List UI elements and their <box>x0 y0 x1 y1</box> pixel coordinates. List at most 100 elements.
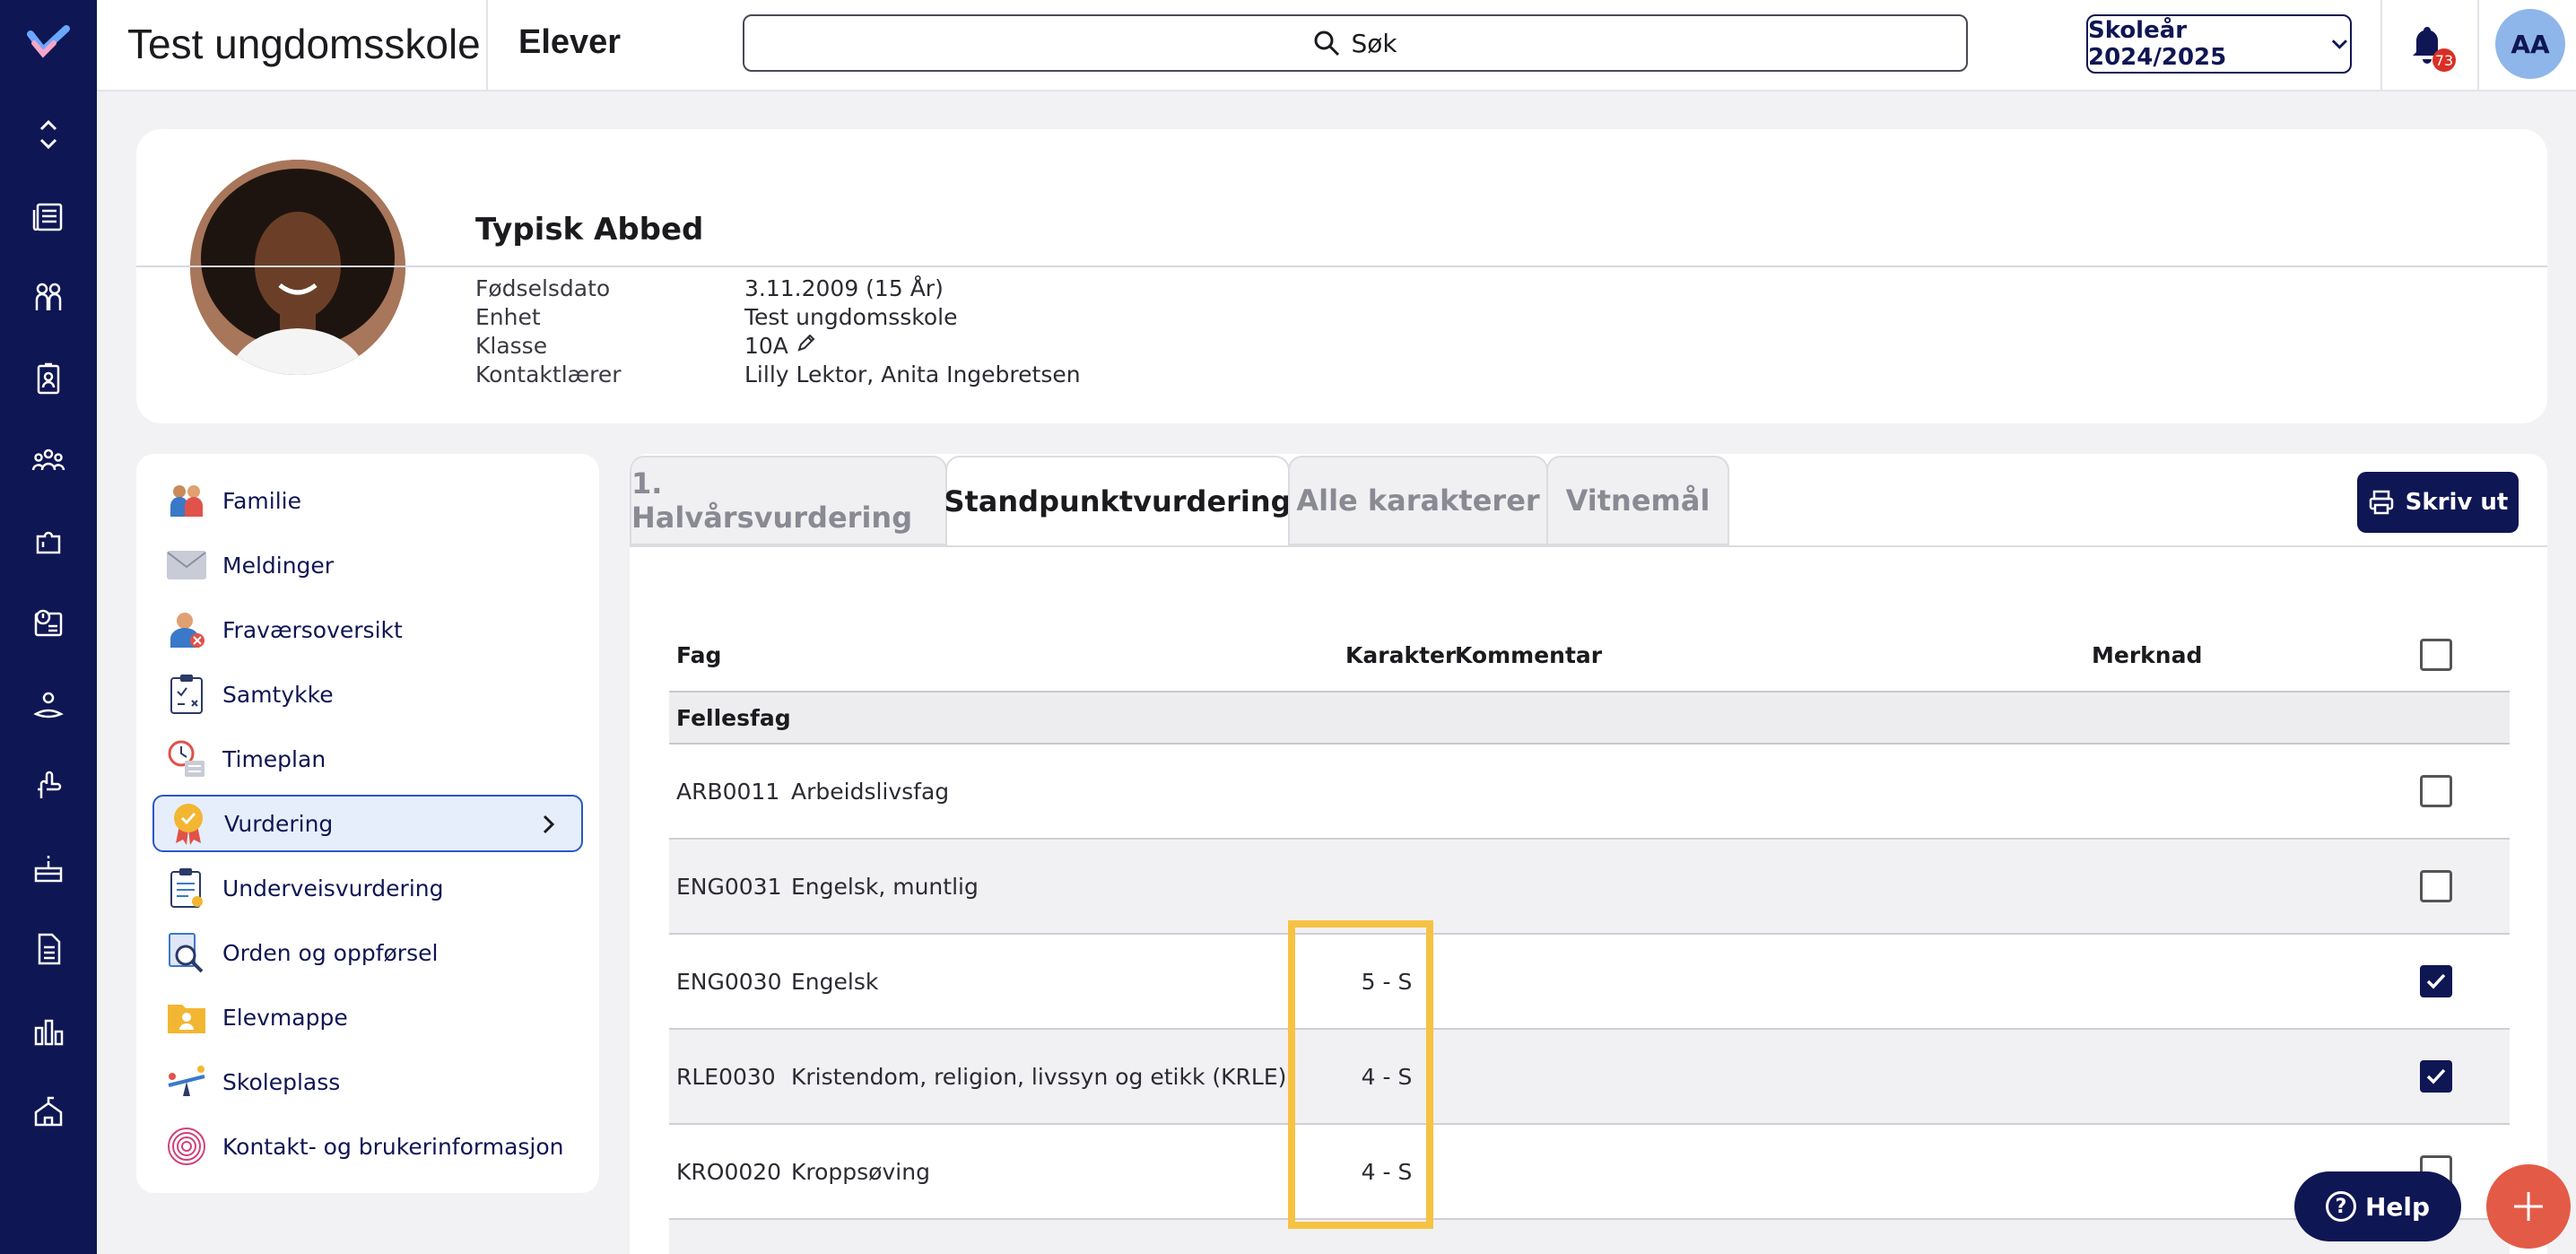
user-avatar[interactable]: AA <box>2495 9 2565 79</box>
menu-item-label: Elevmappe <box>222 1004 348 1031</box>
subject-name: Kristendom, religion, livssyn og etikk (… <box>791 1064 1287 1090</box>
envelope-icon <box>165 544 208 587</box>
menu-item-skoleplass[interactable]: Skoleplass <box>152 1053 583 1110</box>
menu-item-familie[interactable]: Familie <box>152 472 583 529</box>
student-photo <box>190 160 405 375</box>
info-row-birthdate: Fødselsdato 3.11.2009 (15 År) <box>475 274 1081 303</box>
groups-icon[interactable] <box>30 443 66 479</box>
info-value: Lilly Lektor, Anita Ingebretsen <box>744 361 1081 388</box>
table-row: RLE0030 Kristendom, religion, livssyn og… <box>669 1030 2510 1125</box>
select-all-checkbox[interactable] <box>2420 639 2452 671</box>
chevron-down-icon <box>2332 39 2348 49</box>
menu-item-label: Kontakt- og brukerinformasjon <box>222 1133 564 1160</box>
news-icon[interactable] <box>30 199 66 235</box>
top-bar: Test ungdomsskole Elever Søk Skoleår 202… <box>97 0 2576 91</box>
badge-id-icon[interactable] <box>30 361 66 396</box>
menu-item-kontakt-og-brukerinformasjon[interactable]: Kontakt- og brukerinformasjon <box>152 1118 583 1175</box>
clipboard-icon <box>165 866 208 910</box>
help-label: Help <box>2364 1191 2431 1222</box>
checkmark-icon <box>2426 973 2446 989</box>
row-checkbox[interactable] <box>2420 1060 2452 1093</box>
menu-item-label: Familie <box>222 487 301 514</box>
table-row: KRO0020 Kroppsøving 4 - S <box>669 1125 2510 1220</box>
subject-name: Engelsk, muntlig <box>791 874 979 900</box>
divider <box>136 266 2547 267</box>
absence-icon <box>165 608 208 651</box>
cake-icon[interactable] <box>30 850 66 886</box>
menu-item-fravaersoversikt[interactable]: Fraværsoversikt <box>152 601 583 658</box>
row-checkbox[interactable] <box>2420 870 2452 902</box>
edit-pencil-icon[interactable] <box>796 332 817 353</box>
puzzle-icon[interactable] <box>30 524 66 560</box>
search-icon <box>1314 30 1340 57</box>
support-person-icon[interactable] <box>30 687 66 723</box>
menu-item-timeplan[interactable]: Timeplan <box>152 730 583 788</box>
school-year-select[interactable]: Skoleår 2024/2025 <box>2086 14 2352 74</box>
tab-halvarsvurdering[interactable]: 1. Halvårsvurdering <box>630 456 947 545</box>
document-icon[interactable] <box>30 931 66 967</box>
menu-item-label: Fraværsoversikt <box>222 616 403 643</box>
info-value: 10A <box>744 333 788 359</box>
students-icon[interactable] <box>30 280 66 316</box>
info-row-contact-teacher: Kontaktlærer Lilly Lektor, Anita Ingebre… <box>475 361 1081 389</box>
chevron-right-icon <box>543 814 555 834</box>
tab-vitnemal[interactable]: Vitnemål <box>1546 456 1729 545</box>
subject-code: KRO0020 <box>676 1159 782 1185</box>
school-name[interactable]: Test ungdomsskole <box>127 20 481 68</box>
info-value: Test ungdomsskole <box>744 304 958 330</box>
menu-item-label: Meldinger <box>222 552 335 579</box>
help-button[interactable]: ? Help <box>2294 1171 2461 1241</box>
absence-alert-icon[interactable] <box>30 605 66 640</box>
info-value: 3.11.2009 (15 År) <box>744 275 944 301</box>
row-checkbox[interactable] <box>2420 775 2452 807</box>
student-name: Typisk Abbed <box>475 212 704 248</box>
add-fab-button[interactable] <box>2486 1164 2571 1249</box>
folder-icon <box>165 996 208 1039</box>
subject-name: Kroppsøving <box>791 1159 930 1185</box>
menu-item-vurdering[interactable]: Vurdering <box>152 795 583 852</box>
info-label: Kontaktlærer <box>475 361 622 388</box>
printer-icon <box>2369 490 2393 515</box>
subject-name: Engelsk <box>791 969 879 995</box>
left-rail <box>0 0 97 1254</box>
table-row <box>669 1220 2510 1254</box>
divider <box>2380 0 2382 90</box>
column-header-karakter: Karakter <box>1345 642 1457 668</box>
menu-item-orden-og-oppforsel[interactable]: Orden og oppførsel <box>152 924 583 981</box>
tab-standpunktvurdering[interactable]: Standpunktvurdering <box>944 456 1292 545</box>
bar-chart-icon[interactable] <box>30 1014 66 1049</box>
menu-item-label: Vurdering <box>224 810 334 837</box>
menu-item-label: Timeplan <box>222 745 326 772</box>
family-icon <box>165 479 208 522</box>
table-row: ENG0030 Engelsk 5 - S <box>669 935 2510 1030</box>
tab-alle-karakterer[interactable]: Alle karakterer <box>1288 456 1548 545</box>
menu-item-meldinger[interactable]: Meldinger <box>152 536 583 594</box>
menu-item-samtykke[interactable]: Samtykke <box>152 666 583 723</box>
seesaw-icon <box>165 1060 208 1103</box>
app-logo-icon[interactable] <box>27 23 70 59</box>
print-button[interactable]: Skriv ut <box>2357 472 2519 533</box>
search-button[interactable]: Søk <box>743 14 1968 72</box>
menu-item-elevmappe[interactable]: Elevmappe <box>152 988 583 1046</box>
row-checkbox[interactable] <box>2420 965 2452 997</box>
column-header-merknad: Merknad <box>2092 642 2203 668</box>
school-building-icon[interactable] <box>30 1094 66 1130</box>
schedule-icon <box>165 737 208 780</box>
menu-item-underveisvurdering[interactable]: Underveisvurdering <box>152 859 583 917</box>
menu-item-label: Orden og oppførsel <box>222 939 439 966</box>
tab-divider <box>630 545 2547 547</box>
hand-raise-icon[interactable] <box>30 768 66 804</box>
subject-name: Arbeidslivsfag <box>791 779 950 805</box>
student-profile-card: Typisk Abbed Fødselsdato 3.11.2009 (15 Å… <box>136 129 2547 423</box>
table-row: ENG0031 Engelsk, muntlig <box>669 840 2510 935</box>
subject-code: ENG0030 <box>676 969 782 995</box>
notification-badge: 73 <box>2432 48 2456 72</box>
collapse-expand-icon[interactable] <box>30 117 66 152</box>
grade-highlight-box <box>1288 920 1433 1229</box>
table-row: ARB0011 Arbeidslivsfag <box>669 745 2510 840</box>
clipboard-consent-icon <box>165 673 208 716</box>
fingerprint-icon <box>165 1125 208 1168</box>
info-label: Fødselsdato <box>475 275 611 301</box>
subject-code: ARB0011 <box>676 779 780 805</box>
section-title: Elever <box>518 23 622 61</box>
